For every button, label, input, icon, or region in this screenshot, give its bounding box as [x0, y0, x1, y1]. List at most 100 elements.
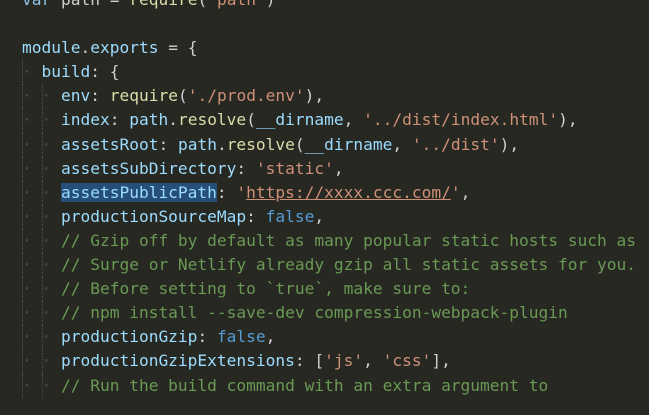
- indent-guide: [22, 228, 23, 254]
- code-line[interactable]: · · // Gzip off by default as many popul…: [0, 228, 649, 254]
- code-line[interactable]: · · index: path.resolve(__dirname, '../d…: [0, 108, 649, 133]
- code-token: '../dist': [411, 134, 500, 154]
- code-token: ,: [392, 134, 412, 154]
- code-token: (: [294, 134, 305, 154]
- indent-guide: [22, 60, 23, 85]
- code-token: path: [129, 110, 169, 130]
- code-token: ),: [499, 134, 520, 154]
- code-line[interactable]: · · // Run the build command with an ext…: [0, 373, 649, 398]
- indent-guide: [22, 84, 23, 109]
- code-token: https://xxxx.ccc.com/: [246, 182, 451, 202]
- indent-guide: [41, 132, 43, 157]
- indent-guide: [41, 253, 43, 278]
- code-line[interactable]: · · // Before setting to `true`, make su…: [0, 277, 649, 302]
- code-line[interactable]: · · // npm install --save-dev compressio…: [0, 301, 649, 326]
- indent-guide: [22, 373, 23, 398]
- indent-guide: [41, 180, 43, 205]
- code-token: ,: [363, 351, 383, 371]
- code-line[interactable]: · · // Surge or Netlify already gzip all…: [0, 253, 649, 278]
- code-token: './prod.env': [187, 86, 305, 106]
- code-token: ,: [333, 158, 344, 178]
- code-token: path: [217, 0, 256, 9]
- code-token: = {: [158, 38, 198, 58]
- code-line[interactable]: · · productionSourceMap: false,: [0, 204, 649, 229]
- code-token: :: [236, 158, 256, 178]
- code-token: .: [80, 38, 91, 58]
- code-token: resolve: [177, 110, 247, 130]
- code-token: : [: [294, 351, 325, 371]
- code-line[interactable]: · build: {: [0, 60, 649, 85]
- code-token: assetsSubDirectory: [60, 158, 237, 178]
- code-token: ': [450, 182, 461, 202]
- code-token: :: [109, 110, 130, 130]
- code-token: productionGzipExtensions: [60, 351, 295, 371]
- code-line[interactable]: [0, 12, 649, 36]
- code-token: 'js': [324, 351, 364, 371]
- code-token: // Before setting to `true`, make sure t…: [60, 279, 471, 299]
- code-line[interactable]: · · productionGzip: false,: [0, 325, 649, 350]
- code-token: path: [51, 0, 109, 9]
- selected-token: assetsPublicPath: [60, 182, 217, 202]
- indent-guide: [22, 156, 23, 181]
- code-line[interactable]: module.exports = {: [0, 36, 649, 60]
- code-token: =: [110, 0, 130, 9]
- code-token: ,: [265, 327, 276, 347]
- code-token: ],: [431, 351, 451, 371]
- code-token: .: [216, 134, 227, 154]
- code-token: ': [236, 182, 247, 202]
- code-token: :: [158, 134, 178, 154]
- indent-guide: [22, 277, 23, 302]
- code-token: false: [216, 327, 266, 347]
- indent-guide: [41, 204, 43, 229]
- code-token: path: [177, 134, 217, 154]
- code-line[interactable]: var path = require('path'): [0, 0, 649, 12]
- code-token: // Gzip off by default as many popular s…: [60, 230, 636, 250]
- indent-guide: [22, 132, 23, 157]
- whitespace-marker: ·: [22, 62, 42, 82]
- code-token: false: [265, 206, 315, 226]
- code-token: .: [168, 110, 178, 130]
- code-token: assetsRoot: [60, 134, 159, 154]
- code-line[interactable]: · · assetsPublicPath: 'https://xxxx.ccc.…: [0, 180, 649, 205]
- code-token: ,: [343, 110, 364, 130]
- indent-guide: [41, 108, 43, 133]
- code-token: resolve: [226, 134, 295, 154]
- code-token: 'static': [255, 158, 334, 178]
- code-token: env: [60, 86, 91, 106]
- code-token: require: [109, 86, 178, 106]
- code-token: (: [246, 110, 256, 130]
- code-token: 'css': [382, 351, 432, 371]
- indent-guide: [22, 253, 23, 278]
- code-token: ,: [314, 206, 325, 226]
- code-token: (: [177, 86, 188, 106]
- indent-guide: [41, 277, 43, 302]
- code-token: index: [60, 110, 110, 130]
- code-token: productionGzip: [60, 327, 198, 347]
- indent-guide: [41, 325, 43, 350]
- indent-guide: [41, 301, 43, 326]
- code-line[interactable]: · · assetsSubDirectory: 'static',: [0, 156, 649, 181]
- code-line[interactable]: · · assetsRoot: path.resolve(__dirname, …: [0, 132, 649, 157]
- code-token: // Run the build command with an extra a…: [60, 375, 549, 395]
- code-token: '../dist/index.html': [363, 110, 559, 130]
- indent-guide: [22, 204, 23, 229]
- code-token: module: [22, 38, 81, 58]
- indent-guide: [22, 108, 23, 133]
- indent-guide: [22, 180, 23, 205]
- code-editor[interactable]: var path = require('path') module.exports…: [0, 0, 649, 398]
- code-token: productionSourceMap: [60, 206, 247, 226]
- indent-guide: [41, 373, 43, 398]
- code-token: (': [197, 0, 217, 9]
- code-token: :: [197, 327, 217, 347]
- code-line[interactable]: · · productionGzipExtensions: ['js', 'cs…: [0, 349, 649, 374]
- indent-guide: [41, 349, 43, 374]
- indent-guide: [22, 349, 23, 374]
- code-token: :: [90, 86, 110, 106]
- code-line[interactable]: · · env: require('./prod.env'),: [0, 84, 649, 109]
- indent-guide: [41, 228, 43, 254]
- code-token: // npm install --save-dev compression-we…: [60, 303, 568, 323]
- code-token: '): [256, 0, 276, 9]
- indent-guide: [22, 301, 23, 326]
- code-token: __dirname: [304, 134, 393, 154]
- code-token: : {: [90, 62, 120, 82]
